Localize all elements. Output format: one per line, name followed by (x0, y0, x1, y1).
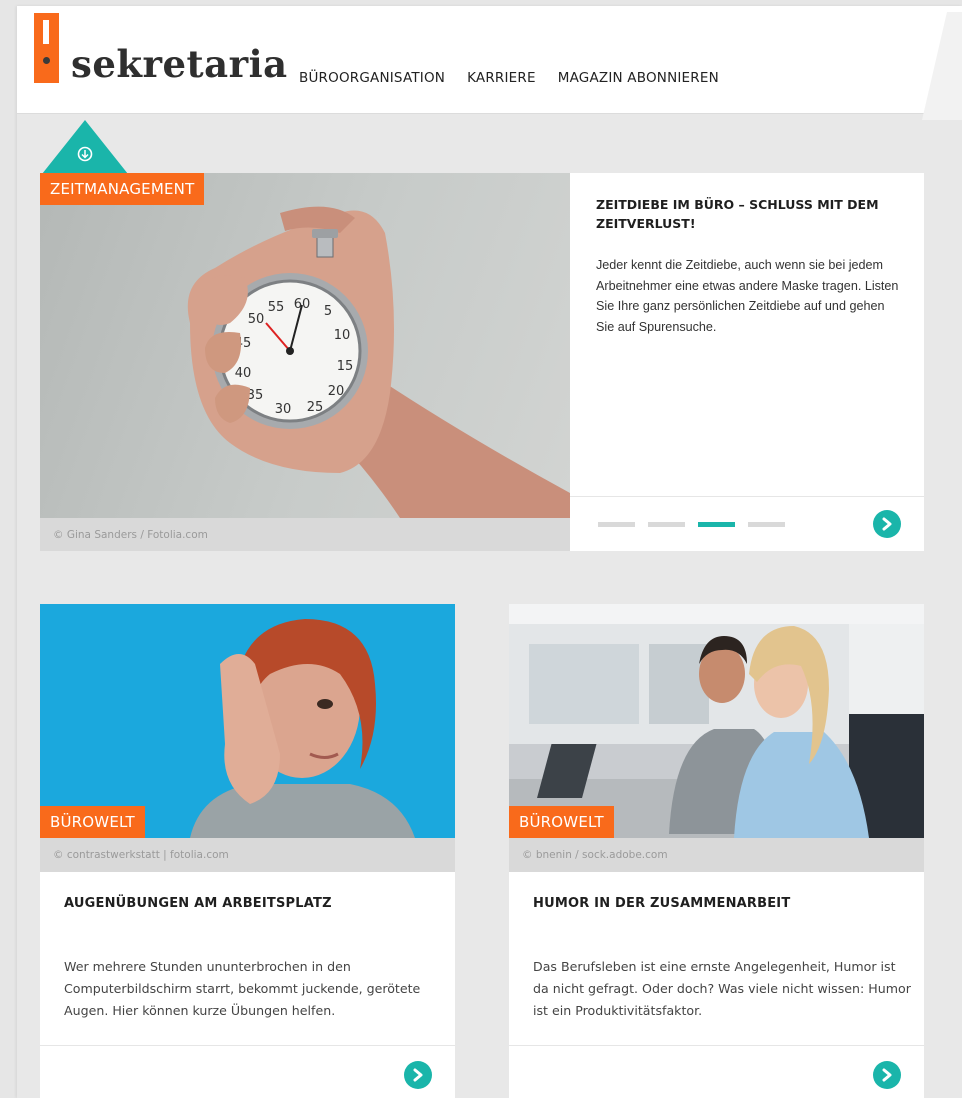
chevron-right-icon (882, 517, 892, 531)
slider-dot[interactable] (598, 522, 635, 527)
nav-item-karriere[interactable]: KARRIERE (467, 70, 536, 86)
divider (40, 1045, 455, 1046)
download-icon[interactable] (42, 120, 128, 174)
chevron-right-icon (413, 1068, 423, 1082)
woman-covering-eye-photo (40, 604, 455, 838)
svg-text:55: 55 (268, 300, 285, 315)
hero-description: Jeder kennt die Zeitdiebe, auch wenn sie… (596, 258, 899, 334)
main-nav: BÜROORGANISATION KARRIERE MAGAZIN ABONNI… (299, 70, 719, 86)
article-card: HUMOR IN DER ZUSAMMENARBEIT Das Berufsle… (509, 872, 924, 1098)
svg-text:25: 25 (307, 400, 324, 415)
image-credit: © contrastwerkstatt | fotolia.com (40, 838, 455, 872)
header-decoration (922, 12, 962, 120)
stopwatch-photo: 6055 5 501045 154020 352530 (187, 206, 570, 518)
svg-text:10: 10 (334, 328, 351, 343)
logo-icon[interactable] (34, 13, 59, 83)
chevron-right-icon (882, 1068, 892, 1082)
next-button[interactable] (404, 1061, 432, 1089)
svg-text:60: 60 (294, 297, 311, 312)
slider-dot[interactable] (648, 522, 685, 527)
logo-text[interactable]: sekretaria (71, 46, 288, 83)
divider (509, 1045, 924, 1046)
svg-text:5: 5 (324, 304, 332, 319)
article-description: Das Berufsleben ist eine ernste Angelege… (533, 959, 911, 1018)
svg-text:20: 20 (328, 384, 345, 399)
category-tag[interactable]: BÜROWELT (40, 806, 145, 838)
article-title[interactable]: AUGENÜBUNGEN AM ARBEITSPLATZ (64, 896, 332, 911)
svg-text:40: 40 (235, 366, 252, 381)
slider-dot-active[interactable] (698, 522, 735, 527)
next-button[interactable] (873, 510, 901, 538)
slider-pagination (598, 522, 785, 527)
slider-dot[interactable] (748, 522, 785, 527)
article-image[interactable] (509, 604, 924, 838)
office-colleagues-laughing-photo (509, 604, 924, 838)
article-description: Wer mehrere Stunden ununterbrochen in de… (64, 959, 421, 1018)
nav-item-magazin-abonnieren[interactable]: MAGAZIN ABONNIEREN (558, 70, 719, 86)
article-title[interactable]: HUMOR IN DER ZUSAMMENARBEIT (533, 896, 790, 911)
hero-teaser-card: ZEITDIEBE IM BÜRO – SCHLUSS MIT DEM ZEIT… (570, 173, 924, 551)
next-button[interactable] (873, 1061, 901, 1089)
svg-text:15: 15 (337, 359, 354, 374)
nav-item-bueroorganisation[interactable]: BÜROORGANISATION (299, 70, 445, 86)
image-credit: © Gina Sanders / Fotolia.com (40, 518, 570, 551)
hero-image[interactable]: 60 55 5 50 10 45 15 40 20 35 25 30 (40, 173, 570, 518)
svg-text:30: 30 (275, 402, 292, 417)
category-tag[interactable]: ZEITMANAGEMENT (40, 173, 205, 205)
hero-title[interactable]: ZEITDIEBE IM BÜRO – SCHLUSS MIT DEM ZEIT… (596, 195, 896, 233)
category-tag[interactable]: BÜROWELT (509, 806, 614, 838)
svg-text:50: 50 (248, 312, 265, 327)
divider (570, 496, 924, 497)
image-credit: © bnenin / sock.adobe.com (509, 838, 924, 872)
article-image[interactable] (40, 604, 455, 838)
article-card: AUGENÜBUNGEN AM ARBEITSPLATZ Wer mehrere… (40, 872, 455, 1098)
